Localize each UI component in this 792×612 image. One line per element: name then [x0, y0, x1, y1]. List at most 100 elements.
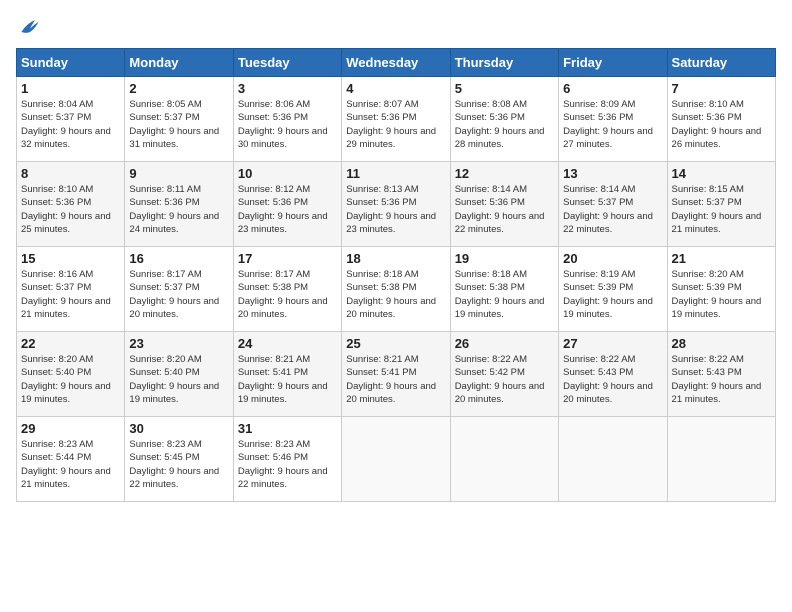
day-info: Sunrise: 8:17 AMSunset: 5:38 PMDaylight:…	[238, 268, 337, 321]
day-number: 14	[672, 166, 771, 181]
day-info: Sunrise: 8:18 AMSunset: 5:38 PMDaylight:…	[455, 268, 554, 321]
calendar-cell: 2 Sunrise: 8:05 AMSunset: 5:37 PMDaylight…	[125, 77, 233, 162]
calendar-header-monday: Monday	[125, 49, 233, 77]
day-info: Sunrise: 8:23 AMSunset: 5:44 PMDaylight:…	[21, 438, 120, 491]
day-info: Sunrise: 8:20 AMSunset: 5:39 PMDaylight:…	[672, 268, 771, 321]
header	[16, 16, 776, 36]
day-info: Sunrise: 8:23 AMSunset: 5:46 PMDaylight:…	[238, 438, 337, 491]
calendar-week-row: 29 Sunrise: 8:23 AMSunset: 5:44 PMDayligh…	[17, 417, 776, 502]
day-number: 8	[21, 166, 120, 181]
calendar-cell: 3 Sunrise: 8:06 AMSunset: 5:36 PMDaylight…	[233, 77, 341, 162]
day-number: 15	[21, 251, 120, 266]
day-info: Sunrise: 8:10 AMSunset: 5:36 PMDaylight:…	[21, 183, 120, 236]
calendar-cell: 17 Sunrise: 8:17 AMSunset: 5:38 PMDayligh…	[233, 247, 341, 332]
day-number: 24	[238, 336, 337, 351]
day-number: 22	[21, 336, 120, 351]
day-number: 20	[563, 251, 662, 266]
day-number: 23	[129, 336, 228, 351]
calendar-cell: 12 Sunrise: 8:14 AMSunset: 5:36 PMDayligh…	[450, 162, 558, 247]
calendar-cell: 1 Sunrise: 8:04 AMSunset: 5:37 PMDaylight…	[17, 77, 125, 162]
day-number: 4	[346, 81, 445, 96]
day-number: 27	[563, 336, 662, 351]
day-number: 16	[129, 251, 228, 266]
calendar-cell: 6 Sunrise: 8:09 AMSunset: 5:36 PMDaylight…	[559, 77, 667, 162]
calendar-cell: 13 Sunrise: 8:14 AMSunset: 5:37 PMDayligh…	[559, 162, 667, 247]
calendar-cell: 28Sunrise: 8:22 AMSunset: 5:43 PMDayligh…	[667, 332, 775, 417]
day-info: Sunrise: 8:15 AMSunset: 5:37 PMDaylight:…	[672, 183, 771, 236]
calendar-cell: 14 Sunrise: 8:15 AMSunset: 5:37 PMDayligh…	[667, 162, 775, 247]
day-number: 3	[238, 81, 337, 96]
calendar-cell	[559, 417, 667, 502]
day-number: 5	[455, 81, 554, 96]
calendar-header-saturday: Saturday	[667, 49, 775, 77]
day-info: Sunrise: 8:21 AMSunset: 5:41 PMDaylight:…	[346, 353, 445, 406]
calendar-cell: 11Sunrise: 8:13 AMSunset: 5:36 PMDayligh…	[342, 162, 450, 247]
logo	[16, 16, 42, 36]
calendar-cell: 20 Sunrise: 8:19 AMSunset: 5:39 PMDayligh…	[559, 247, 667, 332]
calendar-cell: 16 Sunrise: 8:17 AMSunset: 5:37 PMDayligh…	[125, 247, 233, 332]
calendar-cell: 18 Sunrise: 8:18 AMSunset: 5:38 PMDayligh…	[342, 247, 450, 332]
day-number: 26	[455, 336, 554, 351]
day-number: 9	[129, 166, 228, 181]
calendar-cell: 19 Sunrise: 8:18 AMSunset: 5:38 PMDayligh…	[450, 247, 558, 332]
day-info: Sunrise: 8:04 AMSunset: 5:37 PMDaylight:…	[21, 98, 120, 151]
calendar-week-row: 1 Sunrise: 8:04 AMSunset: 5:37 PMDaylight…	[17, 77, 776, 162]
day-info: Sunrise: 8:20 AMSunset: 5:40 PMDaylight:…	[21, 353, 120, 406]
calendar-header-sunday: Sunday	[17, 49, 125, 77]
day-info: Sunrise: 8:05 AMSunset: 5:37 PMDaylight:…	[129, 98, 228, 151]
calendar-cell: 23 Sunrise: 8:20 AMSunset: 5:40 PMDayligh…	[125, 332, 233, 417]
calendar-cell: 29 Sunrise: 8:23 AMSunset: 5:44 PMDayligh…	[17, 417, 125, 502]
calendar-week-row: 22 Sunrise: 8:20 AMSunset: 5:40 PMDayligh…	[17, 332, 776, 417]
day-number: 30	[129, 421, 228, 436]
page-container: SundayMondayTuesdayWednesdayThursdayFrid…	[0, 0, 792, 510]
calendar-cell: 26Sunrise: 8:22 AMSunset: 5:42 PMDayligh…	[450, 332, 558, 417]
day-info: Sunrise: 8:19 AMSunset: 5:39 PMDaylight:…	[563, 268, 662, 321]
calendar-cell	[667, 417, 775, 502]
calendar-cell: 10Sunrise: 8:12 AMSunset: 5:36 PMDayligh…	[233, 162, 341, 247]
day-info: Sunrise: 8:16 AMSunset: 5:37 PMDaylight:…	[21, 268, 120, 321]
day-number: 1	[21, 81, 120, 96]
day-info: Sunrise: 8:07 AMSunset: 5:36 PMDaylight:…	[346, 98, 445, 151]
day-number: 29	[21, 421, 120, 436]
day-info: Sunrise: 8:14 AMSunset: 5:36 PMDaylight:…	[455, 183, 554, 236]
day-info: Sunrise: 8:23 AMSunset: 5:45 PMDaylight:…	[129, 438, 228, 491]
calendar-header-row: SundayMondayTuesdayWednesdayThursdayFrid…	[17, 49, 776, 77]
day-number: 13	[563, 166, 662, 181]
calendar-cell: 31Sunrise: 8:23 AMSunset: 5:46 PMDayligh…	[233, 417, 341, 502]
day-number: 25	[346, 336, 445, 351]
calendar-cell	[342, 417, 450, 502]
calendar-week-row: 15 Sunrise: 8:16 AMSunset: 5:37 PMDayligh…	[17, 247, 776, 332]
calendar-week-row: 8 Sunrise: 8:10 AMSunset: 5:36 PMDaylight…	[17, 162, 776, 247]
calendar-cell: 5 Sunrise: 8:08 AMSunset: 5:36 PMDaylight…	[450, 77, 558, 162]
calendar-header-friday: Friday	[559, 49, 667, 77]
day-number: 12	[455, 166, 554, 181]
calendar-cell: 4 Sunrise: 8:07 AMSunset: 5:36 PMDaylight…	[342, 77, 450, 162]
day-info: Sunrise: 8:22 AMSunset: 5:43 PMDaylight:…	[672, 353, 771, 406]
calendar-cell: 9Sunrise: 8:11 AMSunset: 5:36 PMDaylight…	[125, 162, 233, 247]
day-info: Sunrise: 8:10 AMSunset: 5:36 PMDaylight:…	[672, 98, 771, 151]
calendar-header-thursday: Thursday	[450, 49, 558, 77]
day-number: 17	[238, 251, 337, 266]
calendar-cell: 25 Sunrise: 8:21 AMSunset: 5:41 PMDayligh…	[342, 332, 450, 417]
calendar-cell: 21 Sunrise: 8:20 AMSunset: 5:39 PMDayligh…	[667, 247, 775, 332]
day-number: 2	[129, 81, 228, 96]
day-info: Sunrise: 8:06 AMSunset: 5:36 PMDaylight:…	[238, 98, 337, 151]
day-info: Sunrise: 8:21 AMSunset: 5:41 PMDaylight:…	[238, 353, 337, 406]
day-info: Sunrise: 8:14 AMSunset: 5:37 PMDaylight:…	[563, 183, 662, 236]
day-info: Sunrise: 8:12 AMSunset: 5:36 PMDaylight:…	[238, 183, 337, 236]
calendar-cell: 7 Sunrise: 8:10 AMSunset: 5:36 PMDaylight…	[667, 77, 775, 162]
day-number: 6	[563, 81, 662, 96]
day-number: 11	[346, 166, 445, 181]
logo-bird-icon	[18, 16, 42, 36]
day-info: Sunrise: 8:08 AMSunset: 5:36 PMDaylight:…	[455, 98, 554, 151]
day-number: 7	[672, 81, 771, 96]
day-info: Sunrise: 8:20 AMSunset: 5:40 PMDaylight:…	[129, 353, 228, 406]
calendar-cell: 30 Sunrise: 8:23 AMSunset: 5:45 PMDayligh…	[125, 417, 233, 502]
calendar-cell: 15 Sunrise: 8:16 AMSunset: 5:37 PMDayligh…	[17, 247, 125, 332]
day-info: Sunrise: 8:09 AMSunset: 5:36 PMDaylight:…	[563, 98, 662, 151]
day-number: 21	[672, 251, 771, 266]
day-info: Sunrise: 8:18 AMSunset: 5:38 PMDaylight:…	[346, 268, 445, 321]
day-number: 18	[346, 251, 445, 266]
day-info: Sunrise: 8:17 AMSunset: 5:37 PMDaylight:…	[129, 268, 228, 321]
day-number: 19	[455, 251, 554, 266]
